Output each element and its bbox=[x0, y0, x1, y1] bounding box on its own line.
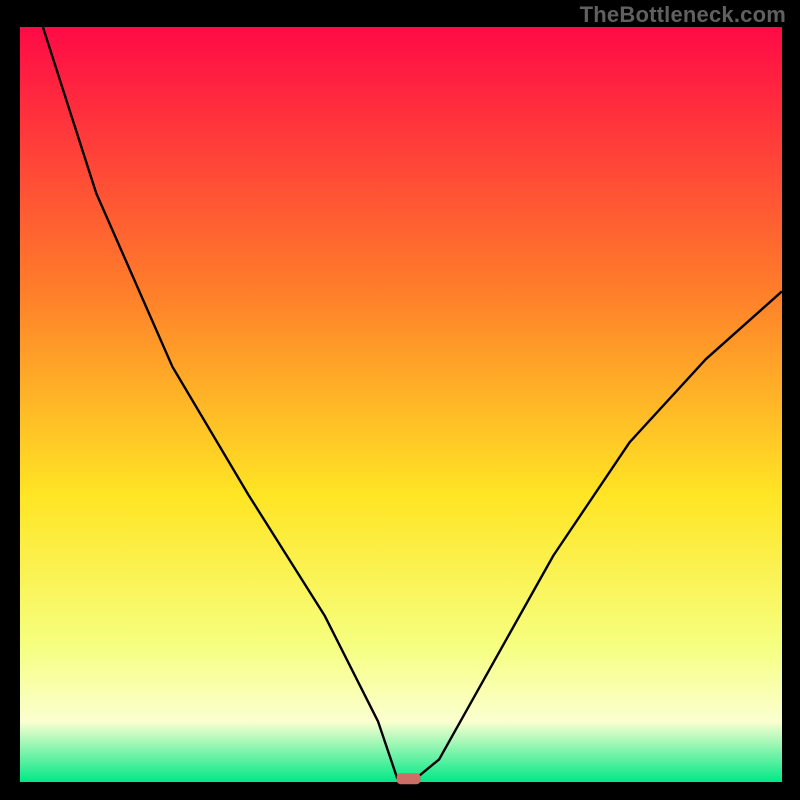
plot-background bbox=[20, 27, 782, 782]
bottleneck-chart bbox=[0, 0, 800, 800]
chart-frame: TheBottleneck.com bbox=[0, 0, 800, 800]
optimal-marker bbox=[397, 773, 421, 784]
watermark-text: TheBottleneck.com bbox=[580, 2, 786, 28]
